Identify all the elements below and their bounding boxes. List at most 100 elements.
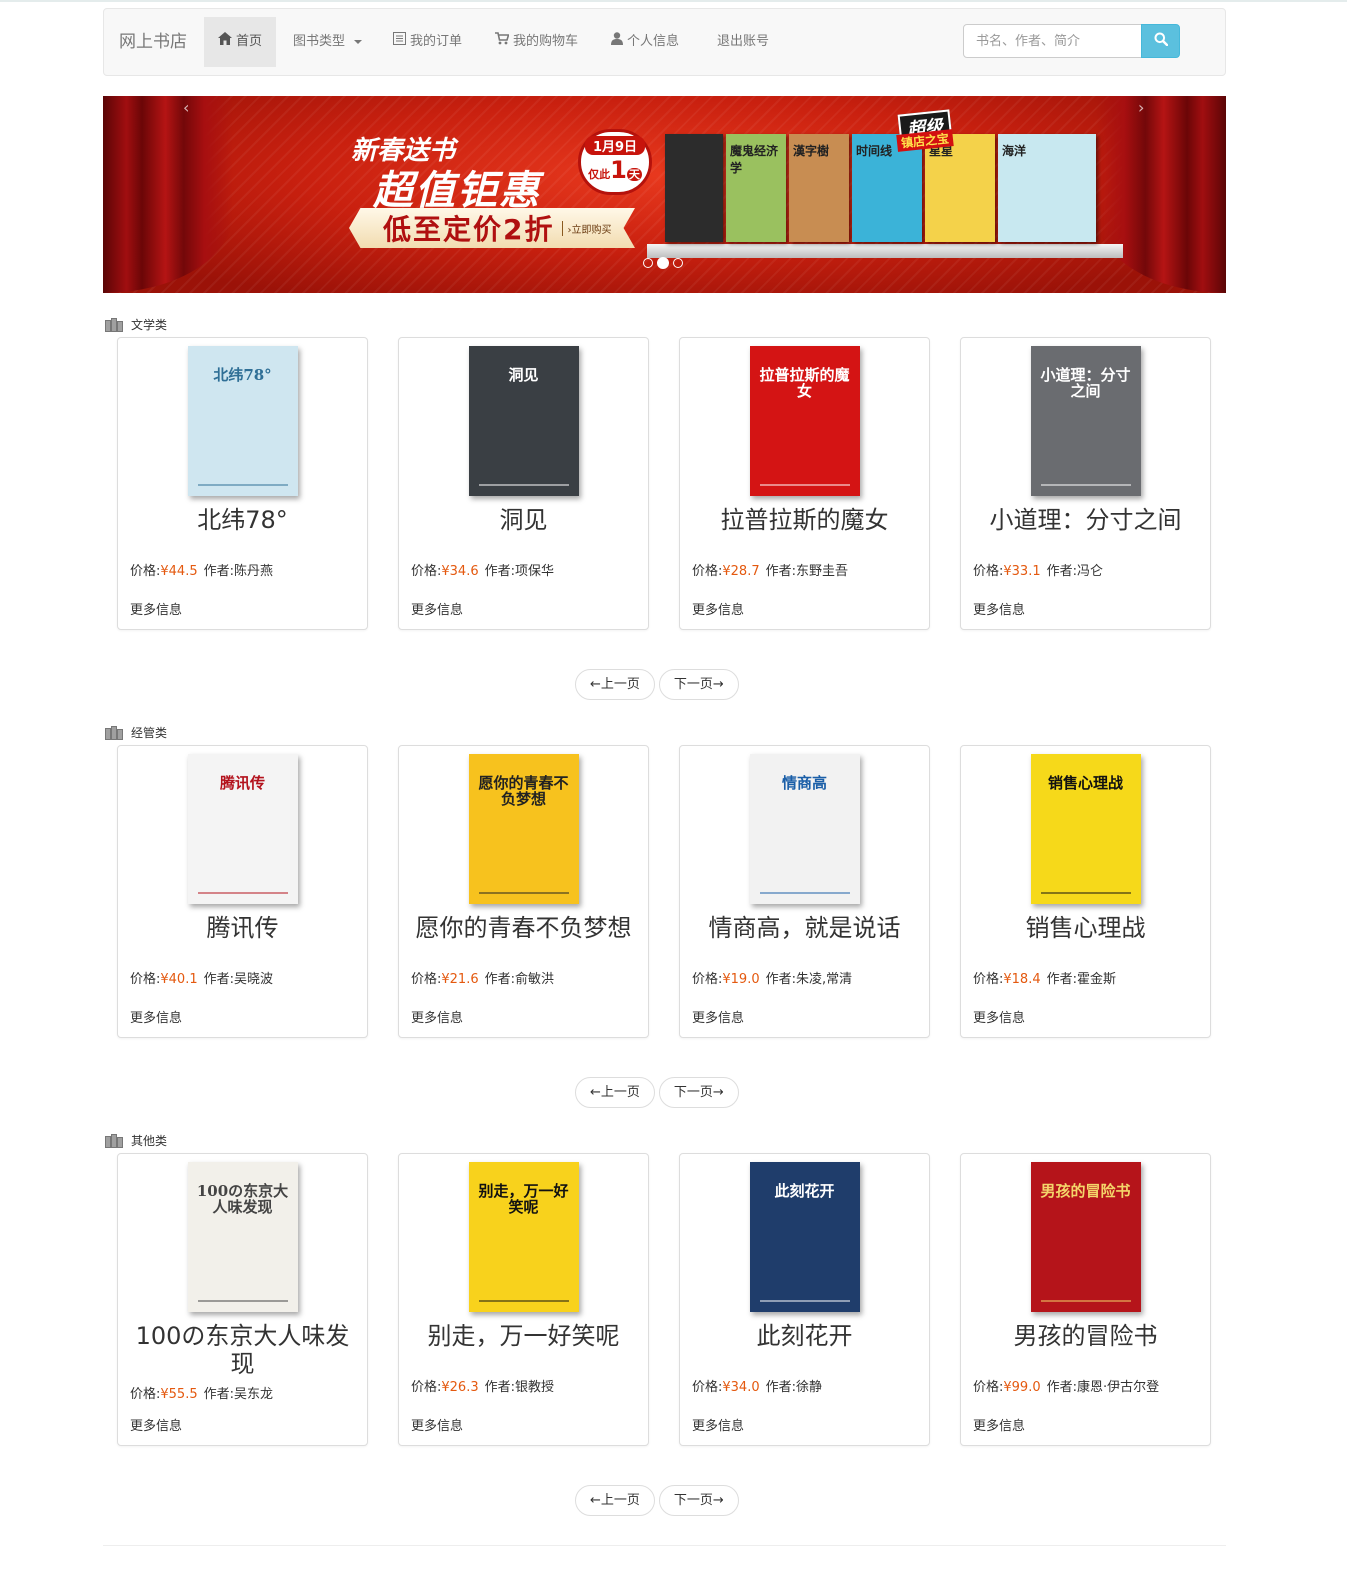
book-card[interactable]: 愿你的青春不负梦想 愿你的青春不负梦想 价格:¥21.6 作者:俞敏洪 更多信息 (398, 745, 649, 1038)
more-info-link[interactable]: 更多信息 (973, 1415, 1025, 1434)
book-title[interactable]: 情商高，就是说话 (688, 914, 921, 942)
brand-link[interactable]: 网上书店 (119, 9, 187, 75)
cover-title: 小道理：分寸之间 (1040, 366, 1131, 400)
book-card[interactable]: 北纬78° 北纬78° 价格:¥44.5 作者:陈丹燕 更多信息 (117, 337, 368, 630)
promo-line2: 超值钜惠 (373, 167, 541, 214)
author-label: 作者: (765, 1380, 796, 1395)
carousel-next-icon[interactable]: › (1138, 98, 1144, 117)
book-title[interactable]: 100の东京大人味发现 (126, 1322, 359, 1378)
book-meta: 价格:¥34.6 作者:项保华 (411, 560, 554, 579)
author-label: 作者: (203, 972, 234, 987)
book-card[interactable]: 洞见 洞见 价格:¥34.6 作者:项保华 更多信息 (398, 337, 649, 630)
book-price: ¥19.0 (722, 972, 760, 987)
next-page-button[interactable]: 下一页→ (658, 669, 739, 700)
book-card[interactable]: 男孩的冒险书 男孩的冒险书 价格:¥99.0 作者:康恩·伊古尔登 更多信息 (960, 1153, 1211, 1446)
book-title[interactable]: 销售心理战 (969, 914, 1202, 942)
book-title[interactable]: 别走，万一好笑呢 (407, 1322, 640, 1350)
book-card[interactable]: 100の东京大人味发现 100の东京大人味发现 价格:¥55.5 作者:吴东龙 更多信息 (117, 1153, 368, 1446)
promo-carousel[interactable]: ‹ › 新春送书 超值钜惠 1月9日 仅此1 天 低至定价2折 ›立即购买 魔鬼经… (103, 96, 1226, 293)
book-meta: 价格:¥40.1 作者:吴晓波 (130, 968, 273, 987)
prev-page-button[interactable]: ←上一页 (575, 1077, 655, 1108)
book-card[interactable]: 拉普拉斯的魔女 拉普拉斯的魔女 价格:¥28.7 作者:东野圭吾 更多信息 (679, 337, 930, 630)
nav-logout[interactable]: 退出账号 (717, 17, 769, 67)
section-title-label: 其他类 (131, 1133, 168, 1148)
book-card[interactable]: 小道理：分寸之间 小道理：分寸之间 价格:¥33.1 作者:冯仑 更多信息 (960, 337, 1211, 630)
nav-home[interactable]: 首页 (204, 17, 277, 67)
search-input[interactable] (963, 24, 1142, 58)
more-info-link[interactable]: 更多信息 (130, 599, 182, 618)
carousel-prev-icon[interactable]: ‹ (183, 98, 189, 117)
book-cover-image[interactable]: 北纬78° (187, 346, 298, 496)
book-cover-image[interactable]: 情商高 (749, 754, 860, 904)
carousel-dot-active[interactable] (657, 257, 669, 269)
book-cover-image[interactable]: 100の东京大人味发现 (187, 1162, 298, 1312)
book-author: 霍金斯 (1077, 972, 1117, 987)
more-info-link[interactable]: 更多信息 (973, 1007, 1025, 1026)
book-cover-image[interactable]: 别走，万一好笑呢 (468, 1162, 579, 1312)
book-cover-image[interactable]: 小道理：分寸之间 (1030, 346, 1141, 496)
search-button[interactable] (1141, 24, 1180, 58)
book-title[interactable]: 腾讯传 (126, 914, 359, 942)
more-info-link[interactable]: 更多信息 (692, 1007, 744, 1026)
carousel-dot[interactable] (643, 258, 653, 268)
book-title[interactable]: 小道理：分寸之间 (969, 506, 1202, 534)
more-info-link[interactable]: 更多信息 (130, 1415, 182, 1434)
prev-page-button[interactable]: ←上一页 (575, 669, 655, 700)
carousel-dot[interactable] (673, 258, 683, 268)
book-author: 朱凌,常清 (796, 972, 853, 987)
book-cover-image[interactable]: 此刻花开 (749, 1162, 860, 1312)
book-cover-image[interactable]: 愿你的青春不负梦想 (468, 754, 579, 904)
more-info-link[interactable]: 更多信息 (411, 1007, 463, 1026)
book-price: ¥99.0 (1003, 1380, 1041, 1395)
next-page-button[interactable]: 下一页→ (658, 1077, 739, 1108)
nav-book-types-dropdown[interactable]: 图书类型 (293, 17, 363, 67)
book-title[interactable]: 拉普拉斯的魔女 (688, 506, 921, 534)
author-label: 作者: (765, 972, 796, 987)
book-card[interactable]: 此刻花开 此刻花开 价格:¥34.0 作者:徐静 更多信息 (679, 1153, 930, 1446)
price-label: 价格: (692, 1380, 723, 1395)
author-label: 作者: (1046, 972, 1077, 987)
book-cover-image[interactable]: 洞见 (468, 346, 579, 496)
book-card[interactable]: 销售心理战 销售心理战 价格:¥18.4 作者:霍金斯 更多信息 (960, 745, 1211, 1038)
nav-profile[interactable]: 个人信息 (611, 17, 679, 67)
cover-title: 洞见 (508, 366, 539, 384)
more-info-link[interactable]: 更多信息 (411, 599, 463, 618)
more-info-link[interactable]: 更多信息 (692, 1415, 744, 1434)
book-cover-image[interactable]: 男孩的冒险书 (1030, 1162, 1141, 1312)
cover-title: 北纬78° (213, 366, 272, 384)
book-card[interactable]: 情商高 情商高，就是说话 价格:¥19.0 作者:朱凌,常清 更多信息 (679, 745, 930, 1038)
more-info-link[interactable]: 更多信息 (411, 1415, 463, 1434)
book-author: 陈丹燕 (234, 564, 274, 579)
more-info-link[interactable]: 更多信息 (692, 599, 744, 618)
nav-logout-label: 退出账号 (717, 34, 770, 49)
book-title[interactable]: 洞见 (407, 506, 640, 534)
book-cover-image[interactable]: 销售心理战 (1030, 754, 1141, 904)
book-author: 银教授 (515, 1380, 555, 1395)
cover-title: 愿你的青春不负梦想 (478, 774, 569, 808)
book-card[interactable]: 别走，万一好笑呢 别走，万一好笑呢 价格:¥26.3 作者:银教授 更多信息 (398, 1153, 649, 1446)
buy-now-link[interactable]: ›立即购买 (562, 220, 611, 236)
books-icon (105, 724, 125, 740)
book-cover-image[interactable]: 拉普拉斯的魔女 (749, 346, 860, 496)
author-label: 作者: (765, 564, 796, 579)
book-title[interactable]: 北纬78° (126, 506, 359, 534)
date-number: 仅此1 天 (588, 156, 642, 184)
book-title[interactable]: 愿你的青春不负梦想 (407, 914, 640, 942)
book-meta: 价格:¥34.0 作者:徐静 (692, 1376, 822, 1395)
nav-my-cart[interactable]: 我的购物车 (495, 17, 578, 67)
book-price: ¥18.4 (1003, 972, 1041, 987)
book-card[interactable]: 腾讯传 腾讯传 价格:¥40.1 作者:吴晓波 更多信息 (117, 745, 368, 1038)
more-info-link[interactable]: 更多信息 (130, 1007, 182, 1026)
more-info-link[interactable]: 更多信息 (973, 599, 1025, 618)
book-title[interactable]: 此刻花开 (688, 1322, 921, 1350)
nav-my-orders[interactable]: 我的订单 (393, 17, 462, 67)
banner-book-cover-image: 魔鬼经济学 (726, 134, 786, 242)
section-title-label: 经管类 (131, 725, 168, 740)
next-page-button[interactable]: 下一页→ (658, 1485, 739, 1516)
top-accent-line (0, 0, 1347, 2)
book-title[interactable]: 男孩的冒险书 (969, 1322, 1202, 1350)
author-label: 作者: (1046, 1380, 1077, 1395)
date-badge: 1月9日 仅此1 天 (578, 129, 652, 195)
book-cover-image[interactable]: 腾讯传 (187, 754, 298, 904)
prev-page-button[interactable]: ←上一页 (575, 1485, 655, 1516)
